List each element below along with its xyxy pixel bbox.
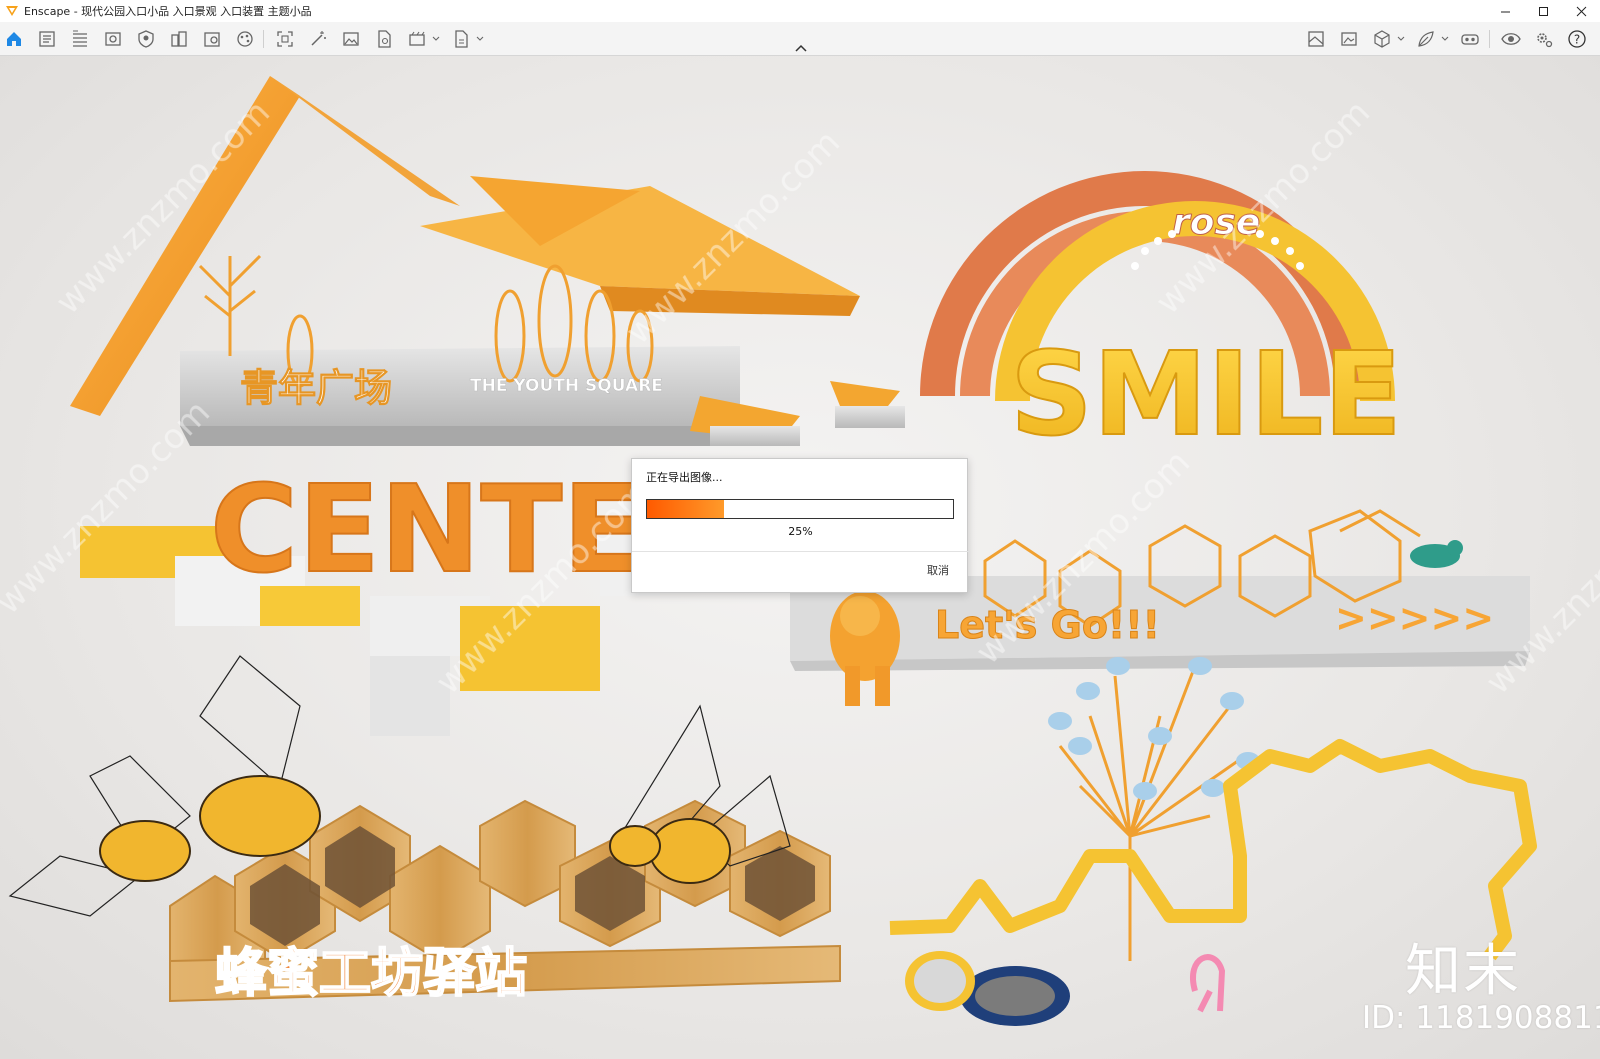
buildings-icon xyxy=(171,31,187,47)
dialog-title: 正在导出图像... xyxy=(646,471,723,484)
export-file-icon xyxy=(378,30,391,48)
export-file-button[interactable] xyxy=(373,28,395,50)
bim-list-icon xyxy=(73,30,87,47)
chevron-down-icon[interactable] xyxy=(1397,35,1405,43)
settings-button[interactable] xyxy=(1533,28,1555,50)
settings-gear-icon xyxy=(1537,33,1553,48)
view-icon xyxy=(105,32,121,46)
screenshot-button[interactable] xyxy=(274,28,296,50)
batch-render-icon xyxy=(409,31,425,46)
export-menu-button[interactable] xyxy=(450,28,472,50)
dialog-divider xyxy=(632,551,969,552)
image-icon xyxy=(343,32,359,46)
youth-square-cn-label: 青年广场 xyxy=(240,366,392,410)
youth-square-installation: 青年广场 THE YOUTH SQUARE xyxy=(70,76,905,446)
magic-wand-icon xyxy=(311,31,326,46)
render-effects-button[interactable] xyxy=(307,28,329,50)
object-button[interactable] xyxy=(1371,28,1393,50)
material-editor-button[interactable] xyxy=(135,28,157,50)
home-button[interactable] xyxy=(3,28,25,50)
asset-add-icon xyxy=(204,32,220,47)
export-menu-icon xyxy=(455,30,468,48)
eye-icon xyxy=(1501,33,1521,45)
maximize-button[interactable] xyxy=(1524,0,1562,22)
enscape-logo-icon xyxy=(6,6,18,16)
progress-bar xyxy=(646,499,954,519)
close-icon xyxy=(1576,6,1586,16)
vegetation-button[interactable] xyxy=(1415,28,1437,50)
export-progress-dialog: 正在导出图像... 25% 取消 xyxy=(631,458,969,593)
title-bar: Enscape - 现代公园入口小品 入口景观 入口装置 主题小品 xyxy=(0,0,1600,22)
cancel-button[interactable]: 取消 xyxy=(927,562,949,578)
smile-arch-installation: rose SMILE xyxy=(920,171,1403,463)
minimize-button[interactable] xyxy=(1486,0,1524,22)
document-icon xyxy=(39,31,55,47)
image-export-button[interactable] xyxy=(340,28,362,50)
svg-text:?: ? xyxy=(1574,33,1580,47)
map-icon xyxy=(1308,31,1324,47)
collapse-toolbar-icon[interactable] xyxy=(795,44,807,52)
watermark-logo: 知末 xyxy=(1405,939,1521,1004)
progress-percent: 25% xyxy=(788,525,813,538)
map-button[interactable] xyxy=(1305,28,1327,50)
palette-icon xyxy=(237,31,253,47)
gallery-button[interactable] xyxy=(1338,28,1360,50)
site-context-button[interactable] xyxy=(168,28,190,50)
live-view-button[interactable] xyxy=(1500,28,1522,50)
help-button[interactable]: ? xyxy=(1566,28,1588,50)
visual-settings-button[interactable] xyxy=(234,28,256,50)
home-icon xyxy=(7,32,21,46)
youth-square-en-label: THE YOUTH SQUARE xyxy=(470,376,663,396)
cube-icon xyxy=(1374,30,1390,48)
help-icon: ? xyxy=(1568,30,1586,48)
window-title: Enscape - 现代公园入口小品 入口景观 入口装置 主题小品 xyxy=(24,5,312,18)
bee-station-label: 蜂蜜工坊驿站 xyxy=(215,944,527,1004)
chevron-down-icon[interactable] xyxy=(432,35,440,43)
toolbar-separator xyxy=(263,30,264,48)
shield-icon xyxy=(138,30,154,48)
smile-label: SMILE xyxy=(1010,328,1402,462)
custom-asset-button[interactable] xyxy=(201,28,223,50)
vr-headset-icon xyxy=(1461,34,1479,45)
asset-library-button[interactable] xyxy=(36,28,58,50)
maximize-icon xyxy=(1538,6,1548,16)
chevron-down-icon[interactable] xyxy=(1441,35,1449,43)
center-block-installation: CENTE xyxy=(80,460,660,736)
vr-button[interactable] xyxy=(1459,28,1481,50)
leaf-icon xyxy=(1418,31,1434,47)
watermark-id: ID: 1181908811 xyxy=(1362,1000,1600,1036)
progress-bar-fill xyxy=(647,500,724,518)
arrows-label: >>>>> xyxy=(1335,596,1494,640)
gallery-icon xyxy=(1341,32,1357,46)
view-management-button[interactable] xyxy=(102,28,124,50)
chevron-down-icon[interactable] xyxy=(476,35,484,43)
minimize-icon xyxy=(1500,11,1510,12)
batch-render-button[interactable] xyxy=(406,28,428,50)
close-window-button[interactable] xyxy=(1562,0,1600,22)
toolbar-separator xyxy=(1489,30,1490,48)
bim-button[interactable] xyxy=(69,28,91,50)
screenshot-icon xyxy=(277,31,293,47)
